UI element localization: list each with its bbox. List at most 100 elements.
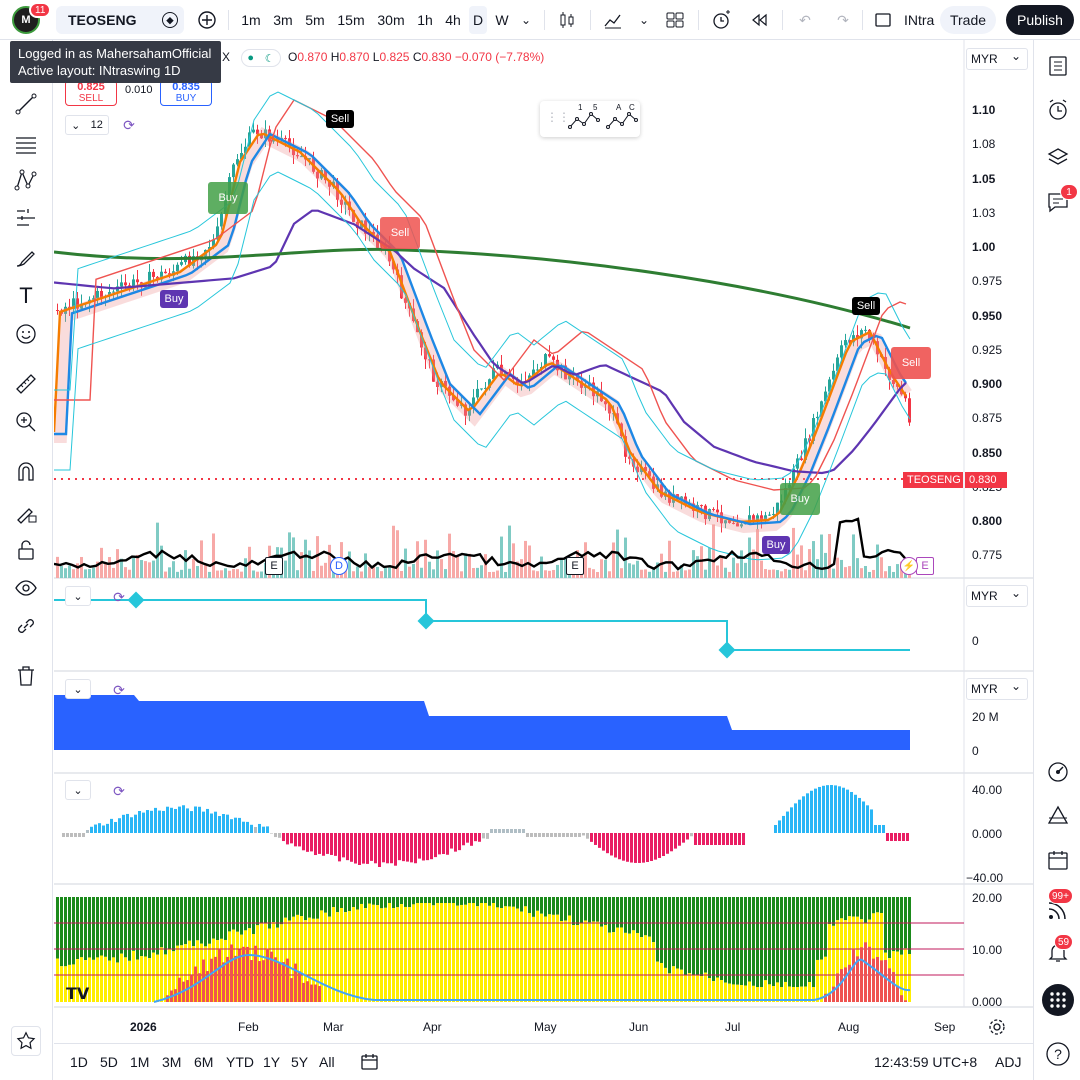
ruler-icon[interactable] [12,370,40,398]
yellow-bar [360,903,363,1002]
pattern-icon[interactable] [12,166,40,194]
pane4-sync-icon[interactable]: ⟳ [109,781,129,801]
sync-icon[interactable]: ⟳ [119,115,139,135]
text-tool-icon[interactable]: T [12,282,40,310]
fullscreen-icon[interactable] [870,6,896,34]
hotlist-icon[interactable] [1044,802,1072,830]
interval-dropdown-icon[interactable]: ⌄ [516,6,536,34]
tradingview-logo[interactable]: 𝗧𝗩 [66,984,89,1004]
link-icon[interactable] [12,612,40,640]
adj-toggle[interactable]: ADJ [995,1054,1021,1070]
dividend-event-icon[interactable]: D [330,557,348,575]
interval-1m[interactable]: 1m [236,6,266,34]
interval-5m[interactable]: 5m [300,6,330,34]
trend-line-icon[interactable] [12,90,40,118]
green-bar [240,897,243,935]
drag-handle-icon[interactable]: ⋮⋮ [546,110,570,124]
price-chart[interactable] [54,40,1033,1043]
emoji-icon[interactable] [12,320,40,348]
range-5y[interactable]: 5Y [291,1054,308,1070]
buy-button[interactable]: 0.835 BUY [160,80,212,106]
volume-bar [608,571,611,578]
alert-clock-icon[interactable] [708,6,734,34]
price-tick: 0.975 [972,274,1003,288]
goto-date-icon[interactable] [360,1052,380,1075]
green-bar [704,897,707,973]
forecasting-icon[interactable] [12,204,40,232]
symbol-info-icon[interactable]: ◆ [162,12,178,28]
candle-type-icon[interactable] [554,6,580,34]
zoom-in-icon[interactable] [12,408,40,436]
green-bar [296,897,299,915]
lock-icon[interactable] [12,536,40,564]
interval-w[interactable]: W [490,6,514,34]
green-bar [628,897,631,934]
pane2-collapse-icon[interactable]: ⌄ [65,586,91,606]
symbol-search[interactable]: TEOSENG ◆ [56,6,184,34]
green-bar [500,897,503,909]
brush-icon[interactable] [12,244,40,272]
currency-selector[interactable]: MYR [966,48,1028,70]
publish-button[interactable]: Publish [1006,5,1074,35]
chart-settings-gear-icon[interactable] [988,1018,1006,1041]
interval-4h[interactable]: 4h [440,6,466,34]
range-3m[interactable]: 3M [162,1054,181,1070]
market-status-icon[interactable]: ● ☾ [241,49,281,67]
alerts-clock-icon[interactable] [1044,96,1072,124]
undo-icon[interactable]: ↶ [792,6,818,34]
trade-button[interactable]: Trade [940,6,996,34]
layers-icon[interactable] [1044,144,1072,172]
histogram-bar [778,820,781,833]
range-5d[interactable]: 5D [100,1054,118,1070]
range-6m[interactable]: 6M [194,1054,213,1070]
favorites-star-icon[interactable] [11,1026,41,1056]
indicators-dropdown-icon[interactable]: ⌄ [634,6,654,34]
range-1m[interactable]: 1M [130,1054,149,1070]
green-bar [316,897,319,919]
interval-d[interactable]: D [469,6,487,34]
split-event-icon[interactable]: ⚡ [900,557,918,575]
sell-button[interactable]: 0.825 SELL [65,80,117,106]
indicators-icon[interactable] [600,6,626,34]
earnings-event-icon[interactable]: E [566,557,584,575]
pane4-collapse-icon[interactable]: ⌄ [65,780,91,800]
range-1y[interactable]: 1Y [263,1054,280,1070]
pane2-currency[interactable]: MYR [966,585,1028,607]
pane3-currency[interactable]: MYR [966,678,1028,700]
layout-name[interactable]: INtra [904,6,936,34]
trash-icon[interactable] [12,662,40,690]
earnings-event-icon[interactable]: E [916,557,934,575]
apps-grid-icon[interactable] [1042,984,1074,1016]
interval-3m[interactable]: 3m [268,6,298,34]
range-ytd[interactable]: YTD [226,1054,254,1070]
earnings-event-icon[interactable]: E [265,557,283,575]
volume-bar [884,571,887,578]
volume-bar [92,567,95,578]
layout-grid-icon[interactable] [662,6,688,34]
data-window-icon[interactable] [1044,758,1072,786]
yellow-bar [492,903,495,1002]
interval-30m[interactable]: 30m [372,6,410,34]
compare-add-icon[interactable] [194,6,220,34]
replay-icon[interactable] [746,6,772,34]
pane3-collapse-icon[interactable]: ⌄ [65,679,91,699]
interval-1h[interactable]: 1h [412,6,438,34]
watchlist-icon[interactable] [1044,52,1072,80]
histogram-bar [550,833,553,837]
lock-drawing-icon[interactable] [12,498,40,526]
floating-drawing-toolbar[interactable]: ⋮⋮ 1 5 A C [540,101,640,137]
indicators-collapse[interactable]: ⌄ 12 [65,115,109,135]
magnet-icon[interactable] [12,458,40,486]
help-icon[interactable]: ? [1044,1040,1072,1068]
interval-15m[interactable]: 15m [334,6,368,34]
pane3-sync-icon[interactable]: ⟳ [109,680,129,700]
redo-icon[interactable]: ↷ [830,6,856,34]
calendar-icon[interactable] [1044,846,1072,874]
yellow-bar [692,974,695,1002]
clock-timezone[interactable]: 12:43:59 UTC+8 [874,1054,977,1070]
pane2-sync-icon[interactable]: ⟳ [109,587,129,607]
range-all[interactable]: All [319,1054,335,1070]
range-1d[interactable]: 1D [70,1054,88,1070]
fib-lines-icon[interactable] [12,130,40,158]
eye-icon[interactable] [12,574,40,602]
